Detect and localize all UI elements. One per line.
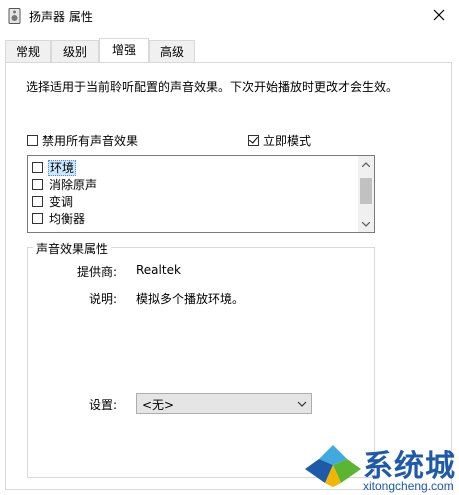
watermark-url: xitongcheng.com: [363, 479, 454, 493]
immediate-mode-checkbox[interactable]: [248, 135, 259, 146]
tab-enhancements[interactable]: 增强: [99, 38, 149, 62]
listbox-scrollbar[interactable]: [358, 156, 374, 232]
effect-label: 均衡器: [49, 212, 86, 226]
settings-dropdown[interactable]: <无>: [136, 393, 312, 414]
chevron-down-icon: [362, 221, 370, 227]
speaker-icon: [8, 8, 21, 24]
chevron-up-icon: [362, 161, 370, 167]
effect-label: 变调: [49, 195, 74, 209]
provider-value: Realtek: [136, 263, 181, 277]
tab-levels[interactable]: 级别: [51, 40, 99, 62]
settings-label: 设置:: [89, 398, 118, 412]
provider-label: 提供商:: [77, 265, 118, 279]
disable-all-label[interactable]: 禁用所有声音效果: [42, 132, 138, 149]
effect-label: 环境: [48, 160, 77, 176]
effect-checkbox[interactable]: [32, 213, 43, 224]
tab-general[interactable]: 常规: [5, 40, 51, 62]
disable-all-checkbox[interactable]: [27, 135, 38, 146]
scroll-down-button[interactable]: [358, 216, 374, 232]
title-bar: 扬声器 属性: [0, 0, 459, 32]
window-title: 扬声器 属性: [29, 10, 93, 24]
immediate-mode-label[interactable]: 立即模式: [263, 132, 311, 149]
description-text: 选择适用于当前聆听配置的声音效果。下次开始播放时更改才会生效。: [26, 80, 399, 94]
settings-selected-value: <无>: [142, 398, 175, 412]
effect-checkbox[interactable]: [32, 179, 43, 190]
effect-label: 消除原声: [49, 178, 98, 192]
description-label: 说明:: [89, 292, 118, 306]
effect-checkbox[interactable]: [32, 162, 43, 173]
watermark: 系统城 xitongcheng.com: [303, 443, 459, 495]
scroll-thumb[interactable]: [360, 178, 372, 204]
effects-listbox[interactable]: 环境 消除原声 变调 均衡器: [27, 155, 375, 233]
tab-advanced[interactable]: 高级: [149, 40, 195, 62]
close-icon: [433, 9, 445, 21]
effect-checkbox[interactable]: [32, 196, 43, 207]
group-title: 声音效果属性: [33, 240, 112, 257]
chevron-down-icon: [297, 401, 307, 407]
scroll-up-button[interactable]: [358, 156, 374, 172]
xitongcheng-logo-icon: [305, 445, 361, 487]
description-value: 模拟多个播放环境。: [136, 292, 245, 306]
close-button[interactable]: [419, 0, 459, 30]
